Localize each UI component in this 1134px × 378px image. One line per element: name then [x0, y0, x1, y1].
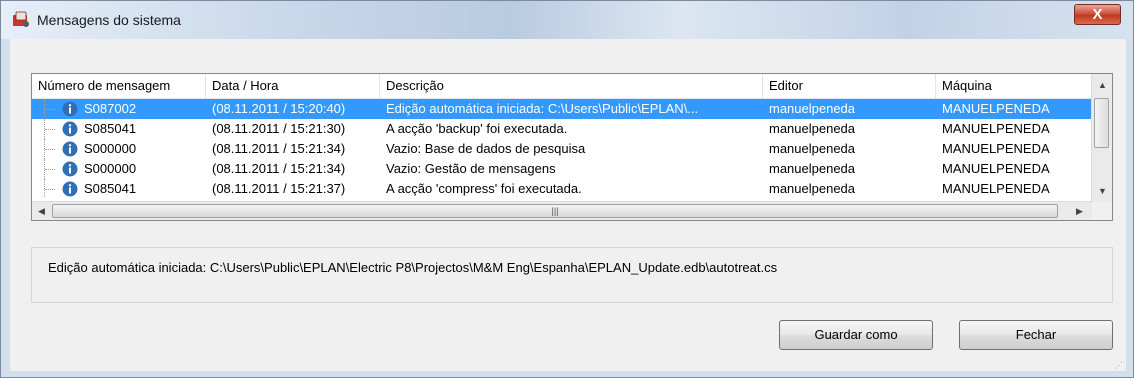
row-datetime: (08.11.2011 / 15:21:37) [212, 181, 346, 196]
row-code: S000000 [84, 141, 137, 156]
close-window-button[interactable]: X [1074, 4, 1121, 25]
info-icon [62, 161, 78, 177]
window-title: Mensagens do sistema [37, 12, 181, 28]
title-bar[interactable]: Mensagens do sistema X [1, 1, 1133, 39]
table-row[interactable]: S000000 (08.11.2011 / 15:21:34) Vazio: B… [32, 139, 1092, 159]
row-datetime: (08.11.2011 / 15:21:30) [212, 121, 346, 136]
row-machine: MANUELPENEDA [942, 121, 1050, 136]
horizontal-scrollbar[interactable]: ◀ ||| ▶ [32, 201, 1092, 220]
message-details-box: Edição automática iniciada: C:\Users\Pub… [31, 247, 1113, 303]
row-machine: MANUELPENEDA [942, 141, 1050, 156]
row-datetime: (08.11.2011 / 15:20:40) [212, 101, 346, 116]
dialog-window: Mensagens do sistema X Número de mensage… [0, 0, 1134, 378]
column-header-machine[interactable]: Máquina [936, 74, 1092, 98]
row-description: Edição automática iniciada: C:\Users\Pub… [386, 101, 699, 116]
row-code: S087002 [84, 101, 137, 116]
vertical-scroll-thumb[interactable] [1094, 98, 1109, 148]
row-editor: manuelpeneda [769, 141, 856, 156]
row-editor: manuelpeneda [769, 121, 856, 136]
message-details-text: Edição automática iniciada: C:\Users\Pub… [48, 260, 778, 275]
info-icon [62, 101, 78, 117]
row-machine: MANUELPENEDA [942, 161, 1050, 176]
column-header-number[interactable]: Número de mensagem [32, 74, 206, 98]
scroll-right-icon[interactable]: ▶ [1076, 206, 1083, 217]
column-header-datetime[interactable]: Data / Hora [206, 74, 380, 98]
scroll-down-icon[interactable]: ▼ [1098, 186, 1107, 196]
row-description: Vazio: Gestão de mensagens [386, 161, 556, 176]
scrollbar-corner [1092, 202, 1112, 220]
horizontal-scroll-thumb[interactable]: ||| [52, 204, 1058, 218]
tree-connector [44, 99, 59, 119]
row-machine: MANUELPENEDA [942, 181, 1050, 196]
table-row[interactable]: S085041 (08.11.2011 / 15:21:37) A acção … [32, 179, 1092, 197]
row-machine: MANUELPENEDA [942, 101, 1050, 116]
scroll-up-icon[interactable]: ▲ [1098, 80, 1107, 90]
eplan-app-icon [13, 11, 29, 27]
row-editor: manuelpeneda [769, 181, 856, 196]
row-code: S000000 [84, 161, 137, 176]
info-icon [62, 141, 78, 157]
info-icon [62, 181, 78, 197]
resize-grip-icon[interactable]: ⋰ [1115, 361, 1125, 371]
row-editor: manuelpeneda [769, 101, 856, 116]
row-description: A acção 'compress' foi executada. [386, 181, 582, 196]
table-row[interactable]: S000000 (08.11.2011 / 15:21:34) Vazio: G… [32, 159, 1092, 179]
row-code: S085041 [84, 181, 137, 196]
column-header-description[interactable]: Descrição [380, 74, 763, 98]
list-header: Número de mensagem Data / Hora Descrição… [32, 74, 1092, 99]
row-description: Vazio: Base de dados de pesquisa [386, 141, 586, 156]
tree-connector [44, 119, 59, 139]
tree-connector [44, 139, 59, 159]
row-code: S085041 [84, 121, 137, 136]
row-editor: manuelpeneda [769, 161, 856, 176]
tree-connector [44, 179, 59, 197]
table-row[interactable]: S085041 (08.11.2011 / 15:21:30) A acção … [32, 119, 1092, 139]
column-header-editor[interactable]: Editor [763, 74, 936, 98]
messages-list[interactable]: Número de mensagem Data / Hora Descrição… [31, 73, 1113, 221]
tree-connector [44, 159, 59, 179]
close-button[interactable]: Fechar [959, 320, 1113, 350]
save-as-button[interactable]: Guardar como [779, 320, 933, 350]
row-description: A acção 'backup' foi executada. [386, 121, 568, 136]
row-datetime: (08.11.2011 / 15:21:34) [212, 141, 346, 156]
scroll-left-icon[interactable]: ◀ [38, 206, 45, 217]
info-icon [62, 121, 78, 137]
row-datetime: (08.11.2011 / 15:21:34) [212, 161, 346, 176]
vertical-scrollbar[interactable]: ▲ ▼ [1091, 74, 1112, 202]
table-row[interactable]: S087002 (08.11.2011 / 15:20:40) Edição a… [32, 99, 1092, 119]
